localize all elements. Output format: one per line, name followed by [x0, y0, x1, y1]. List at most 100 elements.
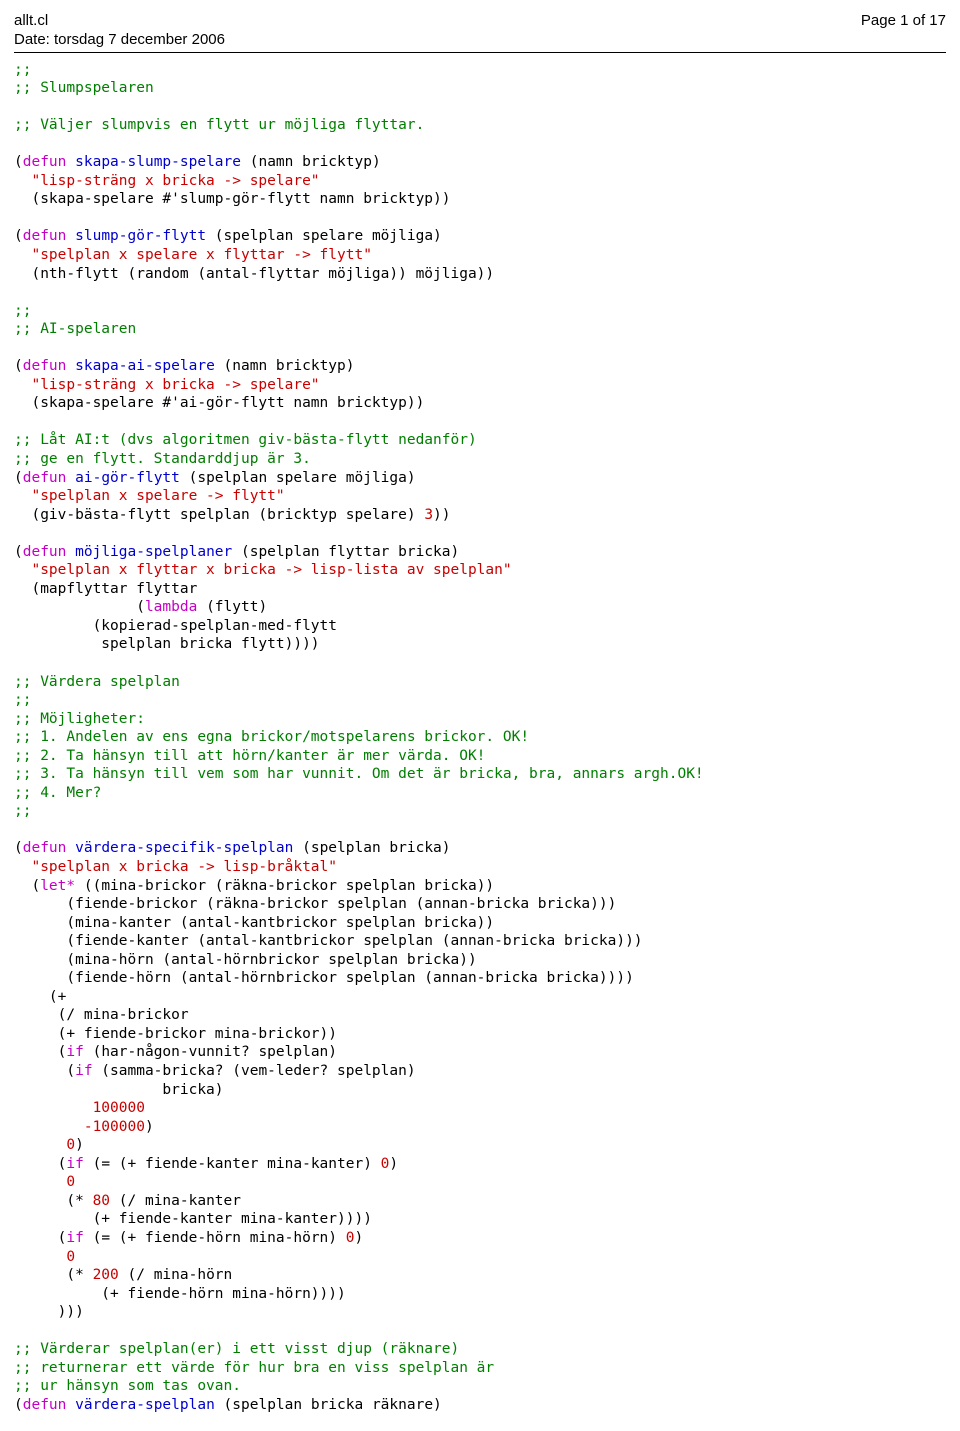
- args: (spelplan spelare möjliga): [206, 228, 442, 244]
- page-header: allt.cl Date: torsdag 7 december 2006 Pa…: [14, 12, 946, 53]
- function-name: värdera-specifik-spelplan: [75, 840, 293, 856]
- comment: ;; ur hänsyn som tas ovan.: [14, 1378, 241, 1394]
- number: 0: [14, 1174, 75, 1190]
- code-line: bricka): [14, 1082, 224, 1098]
- code-line: (= (+ fiende-kanter mina-kanter): [84, 1156, 381, 1172]
- keyword: defun: [23, 1397, 67, 1413]
- code-line: (fiende-brickor (räkna-brickor spelplan …: [14, 896, 616, 912]
- header-left: allt.cl Date: torsdag 7 december 2006: [14, 12, 225, 50]
- comment: ;; 4. Mer?: [14, 785, 101, 801]
- comment: ;; Låt AI:t (dvs algoritmen giv-bästa-fl…: [14, 432, 477, 448]
- comment: ;; Möjligheter:: [14, 711, 145, 727]
- args: (spelplan bricka): [293, 840, 450, 856]
- code-line: (/ mina-hörn: [119, 1267, 233, 1283]
- args: (namn bricktyp): [215, 358, 355, 374]
- keyword: defun: [23, 840, 67, 856]
- keyword: if: [75, 1063, 92, 1079]
- keyword: lambda: [145, 599, 197, 615]
- keyword: defun: [23, 470, 67, 486]
- keyword: defun: [23, 228, 67, 244]
- keyword: if: [66, 1156, 83, 1172]
- code-line: (nth-flytt (random (antal-flyttar möjlig…: [14, 266, 494, 282]
- code-line: ): [75, 1137, 84, 1153]
- keyword: defun: [23, 544, 67, 560]
- code-line: ): [145, 1119, 154, 1135]
- args: (spelplan spelare möjliga): [180, 470, 416, 486]
- string: "spelplan x bricka -> lisp-bråktal": [14, 859, 337, 875]
- code-line: (mina-hörn (antal-hörnbrickor spelplan b…: [14, 952, 477, 968]
- function-name: skapa-slump-spelare: [75, 154, 241, 170]
- string: "spelplan x spelare -> flytt": [14, 488, 285, 504]
- code-line: ((mina-brickor (räkna-brickor spelplan b…: [75, 878, 494, 894]
- keyword: defun: [23, 358, 67, 374]
- comment: ;; 2. Ta hänsyn till att hörn/kanter är …: [14, 748, 485, 764]
- function-name: möjliga-spelplaner: [75, 544, 232, 560]
- comment: ;; ge en flytt. Standarddjup är 3.: [14, 451, 311, 467]
- function-name: värdera-spelplan: [75, 1397, 215, 1413]
- comment: ;; Väljer slumpvis en flytt ur möjliga f…: [14, 117, 424, 133]
- number: 100000: [14, 1100, 145, 1116]
- function-name: skapa-ai-spelare: [75, 358, 215, 374]
- number: 200: [93, 1267, 119, 1283]
- code-line: ))): [14, 1304, 84, 1320]
- code-line: ): [389, 1156, 398, 1172]
- string: "lisp-sträng x bricka -> spelare": [14, 377, 320, 393]
- function-name: ai-gör-flytt: [75, 470, 180, 486]
- comment: ;;: [14, 692, 31, 708]
- comment: ;; AI-spelaren: [14, 321, 136, 337]
- code-line: (fiende-hörn (antal-hörnbrickor spelplan…: [14, 970, 634, 986]
- comment: ;;: [14, 62, 31, 78]
- string: "lisp-sträng x bricka -> spelare": [14, 173, 320, 189]
- comment: ;; 3. Ta hänsyn till vem som har vunnit.…: [14, 766, 704, 782]
- string: "spelplan x spelare x flyttar -> flytt": [14, 247, 372, 263]
- code-line: (+ fiende-kanter mina-kanter)))): [14, 1211, 372, 1227]
- string: "spelplan x flyttar x bricka -> lisp-lis…: [14, 562, 512, 578]
- comment: ;;: [14, 303, 31, 319]
- comment: ;; returnerar ett värde för hur bra en v…: [14, 1360, 494, 1376]
- code-line: (samma-bricka? (vem-leder? spelplan): [93, 1063, 416, 1079]
- code-line: (/ mina-kanter: [110, 1193, 241, 1209]
- args: (namn bricktyp): [241, 154, 381, 170]
- comment: ;; Slumpspelaren: [14, 80, 154, 96]
- code-line: (: [14, 599, 145, 615]
- args: (spelplan flyttar bricka): [232, 544, 459, 560]
- args: (spelplan bricka räknare): [215, 1397, 442, 1413]
- date-label: Date: torsdag 7 december 2006: [14, 31, 225, 50]
- number: 3: [424, 507, 433, 523]
- code-line: (= (+ fiende-hörn mina-hörn): [84, 1230, 346, 1246]
- code-line: (har-någon-vunnit? spelplan): [84, 1044, 337, 1060]
- code-line: (+: [14, 989, 66, 1005]
- code-line: (skapa-spelare #'slump-gör-flytt namn br…: [14, 191, 451, 207]
- code-line: (flytt): [197, 599, 267, 615]
- number: -100000: [14, 1119, 145, 1135]
- code-line: )): [433, 507, 450, 523]
- code-listing: ;; ;; Slumpspelaren ;; Väljer slumpvis e…: [14, 61, 946, 1415]
- function-name: slump-gör-flytt: [75, 228, 206, 244]
- code-line: ): [355, 1230, 364, 1246]
- code-line: (giv-bästa-flytt spelplan (bricktyp spel…: [14, 507, 424, 523]
- comment: ;; Värderar spelplan(er) i ett visst dju…: [14, 1341, 459, 1357]
- code-line: (mapflyttar flyttar: [14, 581, 197, 597]
- keyword: if: [66, 1044, 83, 1060]
- filename: allt.cl: [14, 12, 225, 31]
- number: 0: [14, 1249, 75, 1265]
- comment: ;;: [14, 803, 31, 819]
- code-line: spelplan bricka flytt)))): [14, 636, 320, 652]
- keyword: if: [66, 1230, 83, 1246]
- number: 80: [93, 1193, 110, 1209]
- keyword: let*: [40, 878, 75, 894]
- number: 0: [346, 1230, 355, 1246]
- keyword: defun: [23, 154, 67, 170]
- code-line: (mina-kanter (antal-kantbrickor spelplan…: [14, 915, 494, 931]
- code-line: (skapa-spelare #'ai-gör-flytt namn brick…: [14, 395, 424, 411]
- code-line: (kopierad-spelplan-med-flytt: [14, 618, 337, 634]
- code-line: (+ fiende-brickor mina-brickor)): [14, 1026, 337, 1042]
- comment: ;; 1. Andelen av ens egna brickor/motspe…: [14, 729, 529, 745]
- code-line: (fiende-kanter (antal-kantbrickor spelpl…: [14, 933, 643, 949]
- code-line: (+ fiende-hörn mina-hörn)))): [14, 1286, 346, 1302]
- comment: ;; Värdera spelplan: [14, 674, 180, 690]
- code-line: (/ mina-brickor: [14, 1007, 189, 1023]
- header-right: Page 1 of 17: [861, 12, 946, 31]
- page-number: Page 1 of 17: [861, 12, 946, 29]
- number: 0: [14, 1137, 75, 1153]
